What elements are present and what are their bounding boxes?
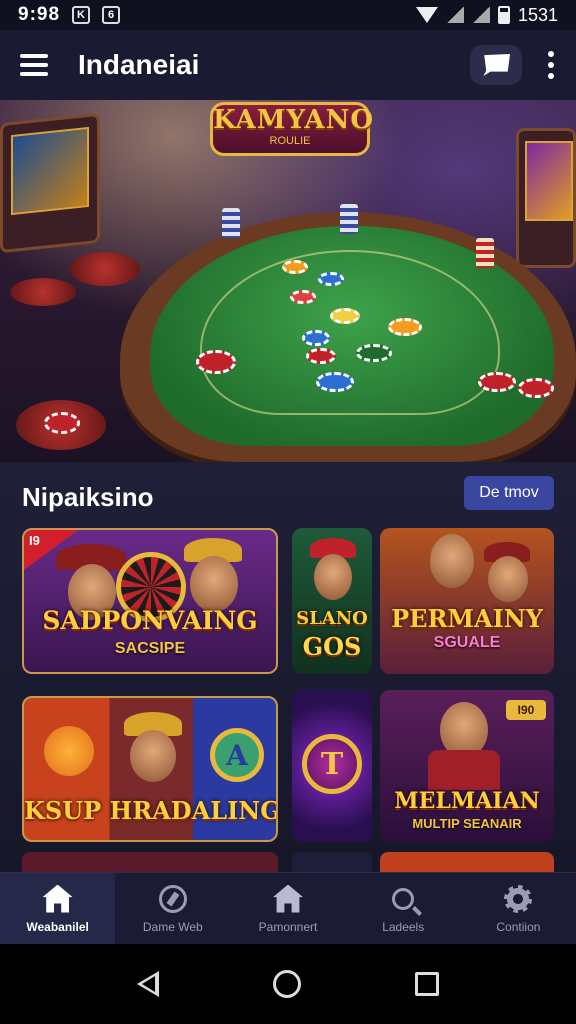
recent-apps-icon[interactable]	[415, 972, 439, 996]
home-icon	[41, 884, 75, 914]
card-title: SLANO	[296, 608, 368, 629]
nav-label: Pamonnert	[258, 919, 318, 934]
chip-stack-image	[476, 238, 494, 268]
game-card[interactable]: T	[292, 690, 372, 842]
notification-k-icon: K	[72, 6, 91, 24]
chip-icon	[316, 372, 354, 392]
search-icon	[386, 884, 420, 914]
chat-button[interactable]	[470, 45, 522, 85]
card-subtitle: MULTIP SEANAIR	[412, 816, 522, 831]
logo-subtitle: ROULIE	[269, 135, 311, 147]
system-nav-bar	[0, 944, 576, 1024]
card-title: MELMAIAN	[394, 788, 540, 814]
slot-machine-image	[0, 112, 100, 254]
gear-icon	[501, 884, 535, 914]
sun-mascot-image	[44, 726, 94, 776]
notification-image-icon: 6	[102, 6, 121, 24]
game-card[interactable]: I90 MELMAIAN MULTIP SEANAIR	[380, 690, 554, 842]
nav-label: Contiion	[496, 919, 541, 934]
status-bar: 9:98 K 6 1531	[0, 0, 576, 30]
card-subtitle: SGUALE	[433, 634, 501, 651]
game-card[interactable]: A KSUP HRADALING	[22, 696, 278, 842]
compass-icon	[156, 884, 190, 914]
card-subtitle: GOS	[302, 632, 362, 661]
game-card-partial[interactable]	[292, 852, 372, 874]
character-image	[488, 556, 528, 602]
card-title: T	[302, 734, 362, 794]
nav-label: Dame Web	[142, 919, 203, 934]
chip-icon	[330, 308, 360, 324]
wifi-icon	[415, 7, 438, 23]
character-image	[190, 556, 238, 612]
chip-icon	[478, 372, 516, 392]
chip-stack-image	[222, 208, 240, 238]
game-card[interactable]: PERMAINY SGUALE	[380, 528, 554, 674]
signal-icon	[445, 7, 464, 23]
nav-label: Ladeels	[382, 919, 425, 934]
suit-image	[428, 750, 500, 790]
game-card-partial[interactable]	[380, 852, 554, 874]
logo-title: KAMYANO	[213, 105, 374, 135]
chip-icon	[282, 260, 308, 274]
nav-item-promotions[interactable]: Pamonnert	[230, 873, 345, 944]
app-title: Indaneiai	[78, 49, 200, 80]
letter-a-icon: A	[210, 728, 264, 782]
character-image	[314, 554, 352, 600]
card-badge: I90	[506, 700, 546, 720]
app-bar: Indaneiai	[0, 30, 576, 100]
chip-icon	[356, 344, 392, 362]
signal-icon-2	[471, 7, 490, 23]
hero-banner[interactable]: KAMYANO ROULIE	[0, 100, 576, 462]
character-image	[130, 730, 176, 782]
chip-icon	[44, 412, 80, 434]
battery-icon	[497, 6, 510, 24]
more-options-icon[interactable]	[546, 51, 556, 79]
chip-icon	[318, 272, 344, 286]
card-title: PERMAINY	[391, 604, 543, 633]
stool-image	[10, 278, 76, 306]
demo-button[interactable]: De tmov	[464, 476, 554, 510]
nav-label: Weabanilel	[26, 919, 89, 934]
section-title: Nipaiksino	[22, 482, 154, 512]
chat-icon	[483, 54, 510, 76]
chip-icon	[306, 348, 336, 364]
casino-logo: KAMYANO ROULIE	[210, 102, 374, 156]
game-card[interactable]: SLANO GOS	[292, 528, 372, 674]
chip-icon	[290, 290, 316, 304]
character-image	[430, 534, 474, 588]
card-title: SADPONVAING	[42, 606, 258, 635]
menu-icon[interactable]	[20, 54, 48, 76]
bottom-nav: Weabanilel Dame Web Pamonnert Ladeels Co…	[0, 872, 576, 944]
game-card-partial[interactable]	[22, 852, 278, 874]
chip-icon	[196, 350, 236, 374]
status-time: 9:98	[18, 4, 61, 25]
chip-icon	[302, 330, 330, 346]
chip-icon	[518, 378, 554, 398]
nav-item-search[interactable]: Ladeels	[346, 873, 461, 944]
status-battery-text: 1531	[517, 4, 558, 25]
game-card[interactable]: I9 SADPONVAING SACSIPE	[22, 528, 278, 674]
status-right: 1531	[415, 4, 558, 26]
nav-item-games[interactable]: Dame Web	[115, 873, 230, 944]
nav-item-home[interactable]: Weabanilel	[0, 873, 116, 944]
home-circle-icon[interactable]	[273, 970, 301, 998]
stool-image	[70, 252, 140, 286]
chip-stack-image	[340, 204, 358, 234]
card-title: KSUP HRADALING	[24, 796, 278, 825]
back-icon[interactable]	[137, 971, 159, 997]
chip-icon	[388, 318, 422, 336]
nav-item-settings[interactable]: Contiion	[461, 873, 576, 944]
card-subtitle: SACSIPE	[114, 640, 186, 657]
slot-machine-image-right	[516, 128, 576, 268]
home-icon	[271, 884, 305, 914]
